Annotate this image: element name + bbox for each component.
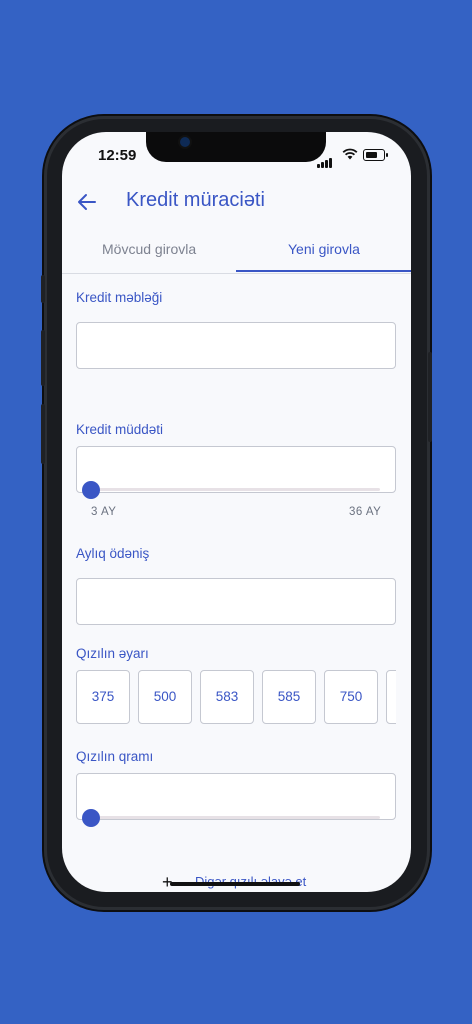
power-button	[428, 352, 432, 442]
gold-weight-slider-track[interactable]	[90, 816, 380, 819]
purity-option-585[interactable]: 585	[262, 670, 316, 724]
active-tab-indicator	[236, 270, 411, 272]
arrow-left-icon[interactable]	[76, 191, 98, 213]
gold-weight-slider-thumb[interactable]	[82, 809, 100, 827]
monthly-payment-label: Aylıq ödəniş	[76, 546, 150, 561]
wifi-icon	[342, 148, 358, 160]
purity-option-more[interactable]	[386, 670, 396, 724]
purity-option-500[interactable]: 500	[138, 670, 192, 724]
tab-bar: Mövcud girovla Yeni girovla	[62, 227, 411, 274]
loan-amount-label: Kredit məbləği	[76, 290, 163, 305]
app-header: Kredit müraciəti	[62, 180, 411, 224]
purity-option-750[interactable]: 750	[324, 670, 378, 724]
loan-term-field	[76, 446, 396, 493]
home-indicator	[170, 882, 300, 886]
front-camera	[180, 137, 190, 147]
tab-existing-collateral[interactable]: Mövcud girovla	[102, 241, 196, 257]
volume-down-button	[41, 404, 45, 464]
status-bar: 12:59	[62, 132, 411, 176]
monthly-payment-input[interactable]	[76, 578, 396, 625]
gold-purity-options: 375 500 583 585 750	[76, 670, 396, 726]
tab-new-collateral[interactable]: Yeni girovla	[288, 241, 360, 257]
gold-purity-label: Qızılın əyarı	[76, 646, 149, 661]
loan-term-min-label: 3 AY	[91, 506, 117, 518]
gold-weight-label: Qızılın qramı	[76, 749, 154, 764]
purity-option-375[interactable]: 375	[76, 670, 130, 724]
signal-icon	[317, 150, 333, 168]
app-screen: 12:59 Kredit müraciəti Mövcud girovla Ye…	[62, 132, 411, 892]
loan-amount-input[interactable]	[76, 322, 396, 369]
purity-option-583[interactable]: 583	[200, 670, 254, 724]
loan-term-max-label: 36 AY	[349, 506, 382, 518]
status-time: 12:59	[98, 147, 137, 164]
gold-weight-field	[76, 773, 396, 820]
page-title: Kredit müraciəti	[126, 189, 265, 211]
mute-switch	[41, 275, 45, 303]
loan-term-slider-thumb[interactable]	[82, 481, 100, 499]
loan-term-slider-track[interactable]	[90, 488, 380, 491]
volume-up-button	[41, 330, 45, 386]
battery-icon	[363, 149, 388, 161]
loan-term-label: Kredit müddəti	[76, 422, 164, 437]
